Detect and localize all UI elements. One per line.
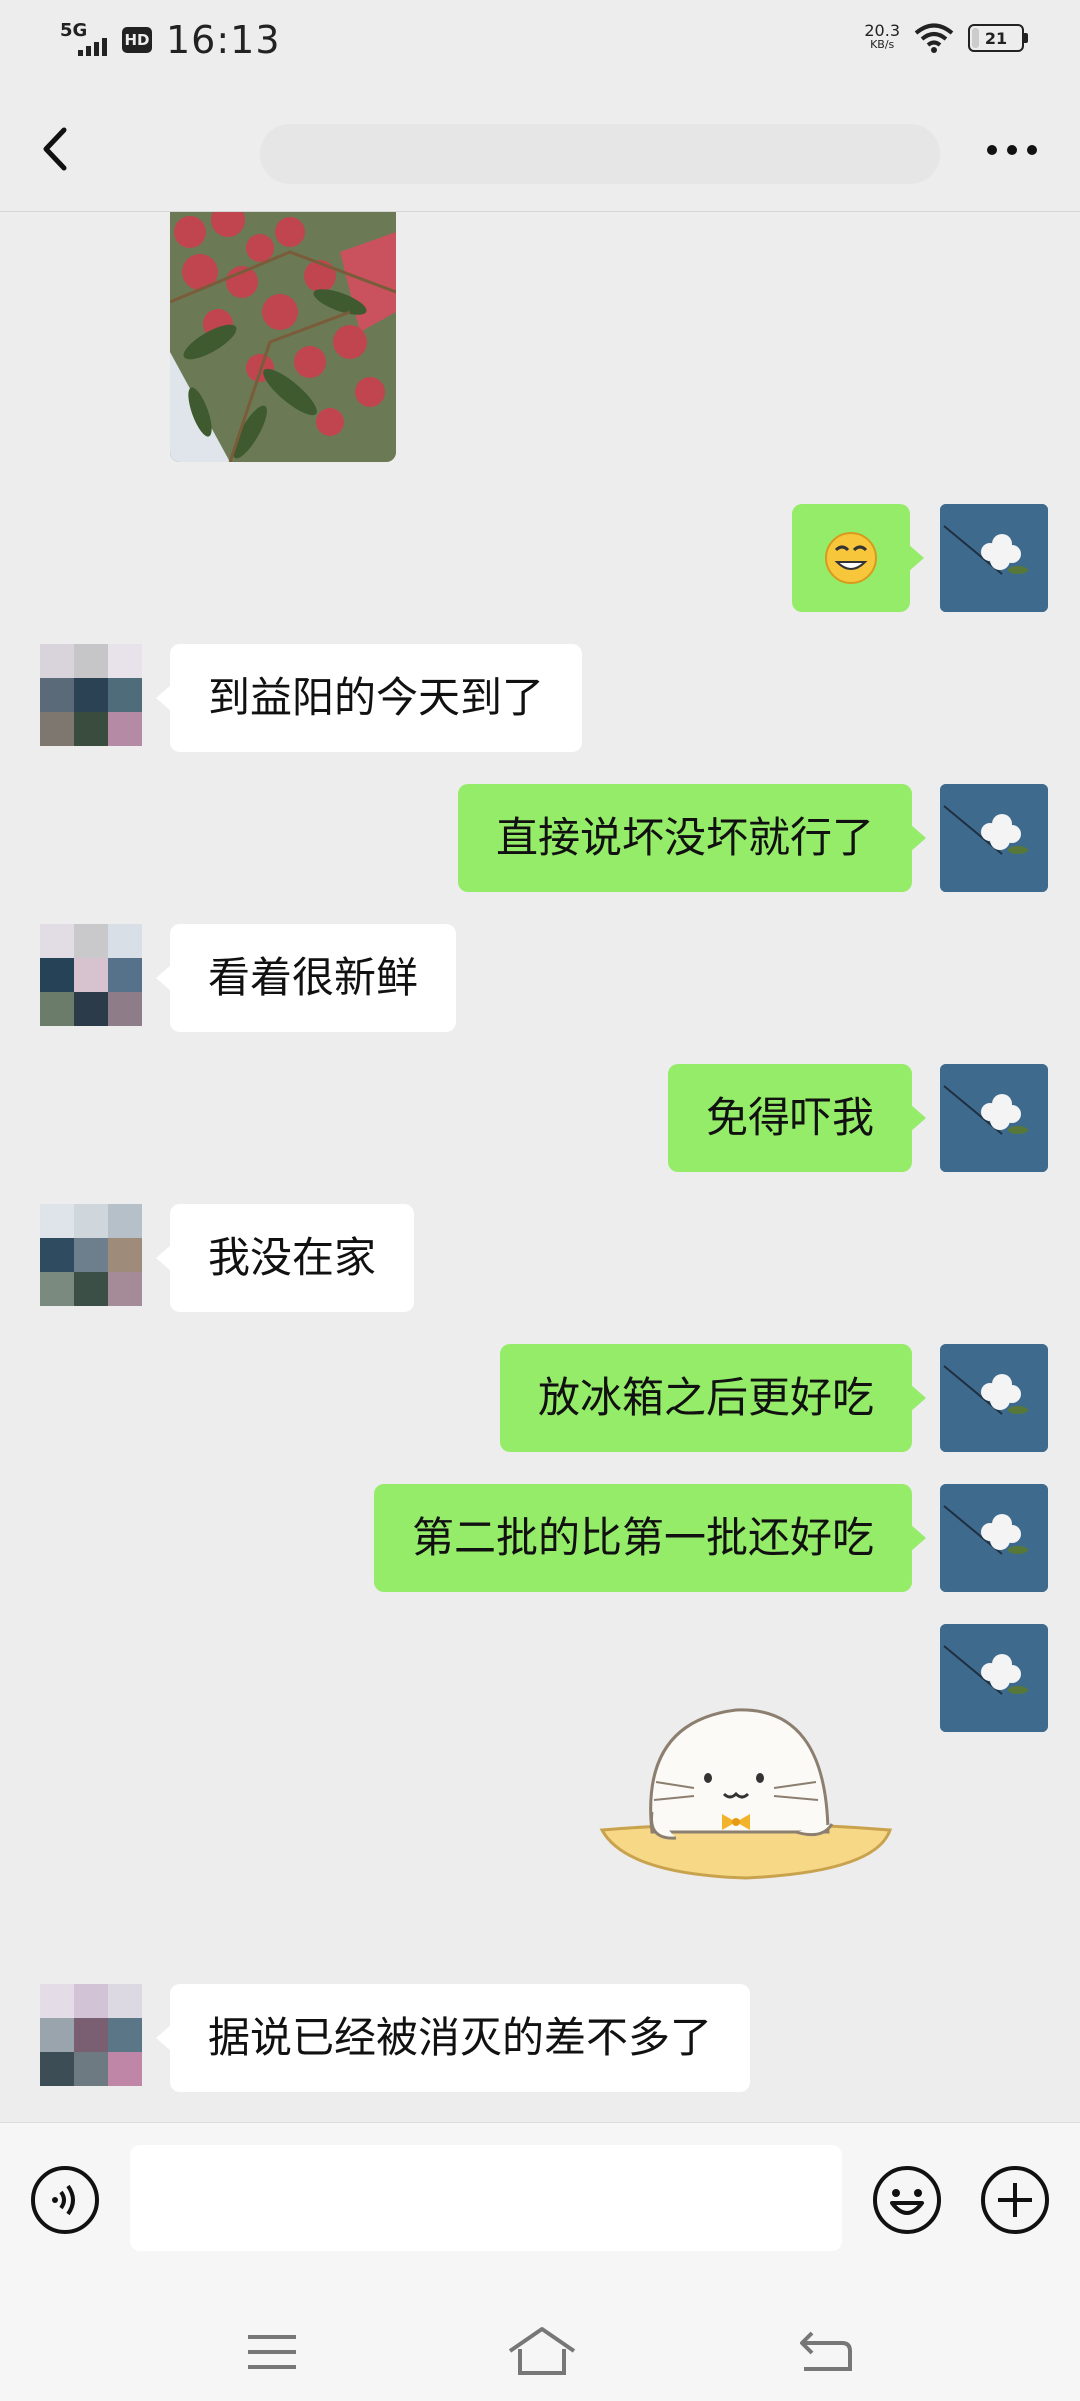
plus-icon[interactable]: [978, 2163, 1052, 2237]
smiley-icon[interactable]: [870, 2163, 944, 2237]
chat-header: [0, 84, 1080, 212]
seal-sticker[interactable]: [596, 1682, 896, 1902]
message-bubble-sent[interactable]: 放冰箱之后更好吃: [499, 1344, 927, 1452]
emoji-message[interactable]: [792, 504, 924, 612]
my-avatar[interactable]: [940, 504, 1048, 612]
message-list[interactable]: 到益阳的今天到了 直接说坏没坏就行了 看着很新鲜 免得吓我 我没在家 放冰箱之后…: [0, 212, 1080, 2120]
message-bubble-received[interactable]: 看着很新鲜: [155, 924, 457, 1032]
photo-message[interactable]: [170, 212, 396, 462]
my-avatar[interactable]: [940, 1624, 1048, 1732]
more-dots-icon[interactable]: [982, 130, 1042, 170]
network-indicator: 5G: [60, 20, 108, 60]
voice-icon[interactable]: [28, 2163, 102, 2237]
status-bar: 5G HD 16:13 20.3 KB/s 21: [0, 0, 1080, 84]
message-bubble-received[interactable]: 到益阳的今天到了: [155, 644, 583, 752]
speed-value: 20.3: [864, 21, 900, 40]
system-navigation: [0, 2303, 1080, 2401]
contact-avatar[interactable]: [40, 1204, 142, 1306]
message-bubble-received[interactable]: 我没在家: [155, 1204, 415, 1312]
my-avatar[interactable]: [940, 1344, 1048, 1452]
hd-badge: HD: [122, 27, 152, 53]
status-left: 5G HD 16:13: [60, 18, 281, 62]
battery-icon: 21: [968, 24, 1028, 52]
message-input[interactable]: [130, 2145, 842, 2251]
contact-name: [260, 124, 940, 184]
my-avatar[interactable]: [940, 1064, 1048, 1172]
message-bubble-sent[interactable]: 第二批的比第一批还好吃: [373, 1484, 927, 1592]
network-speed: 20.3 KB/s: [864, 21, 900, 52]
message-bubble-sent[interactable]: 免得吓我: [667, 1064, 927, 1172]
chevron-left-icon[interactable]: [30, 114, 80, 184]
my-avatar[interactable]: [940, 784, 1048, 892]
grin-emoji: [825, 532, 877, 584]
wifi-icon: [914, 23, 954, 53]
clock: 16:13: [166, 18, 281, 62]
menu-icon[interactable]: [244, 2329, 300, 2375]
contact-avatar[interactable]: [40, 644, 142, 746]
message-bubble-sent[interactable]: 直接说坏没坏就行了: [457, 784, 927, 892]
signal-icon: [78, 38, 107, 56]
back-arrow-icon[interactable]: [798, 2329, 854, 2375]
my-avatar[interactable]: [940, 1484, 1048, 1592]
battery-level: 21: [984, 28, 1008, 48]
status-right: 20.3 KB/s 21: [864, 21, 1028, 54]
input-bar: [0, 2122, 1080, 2401]
home-icon[interactable]: [506, 2325, 578, 2379]
contact-avatar[interactable]: [40, 1984, 142, 2086]
contact-avatar[interactable]: [40, 924, 142, 1026]
speed-unit: KB/s: [870, 38, 895, 51]
message-bubble-received[interactable]: 据说已经被消灭的差不多了: [155, 1984, 751, 2092]
